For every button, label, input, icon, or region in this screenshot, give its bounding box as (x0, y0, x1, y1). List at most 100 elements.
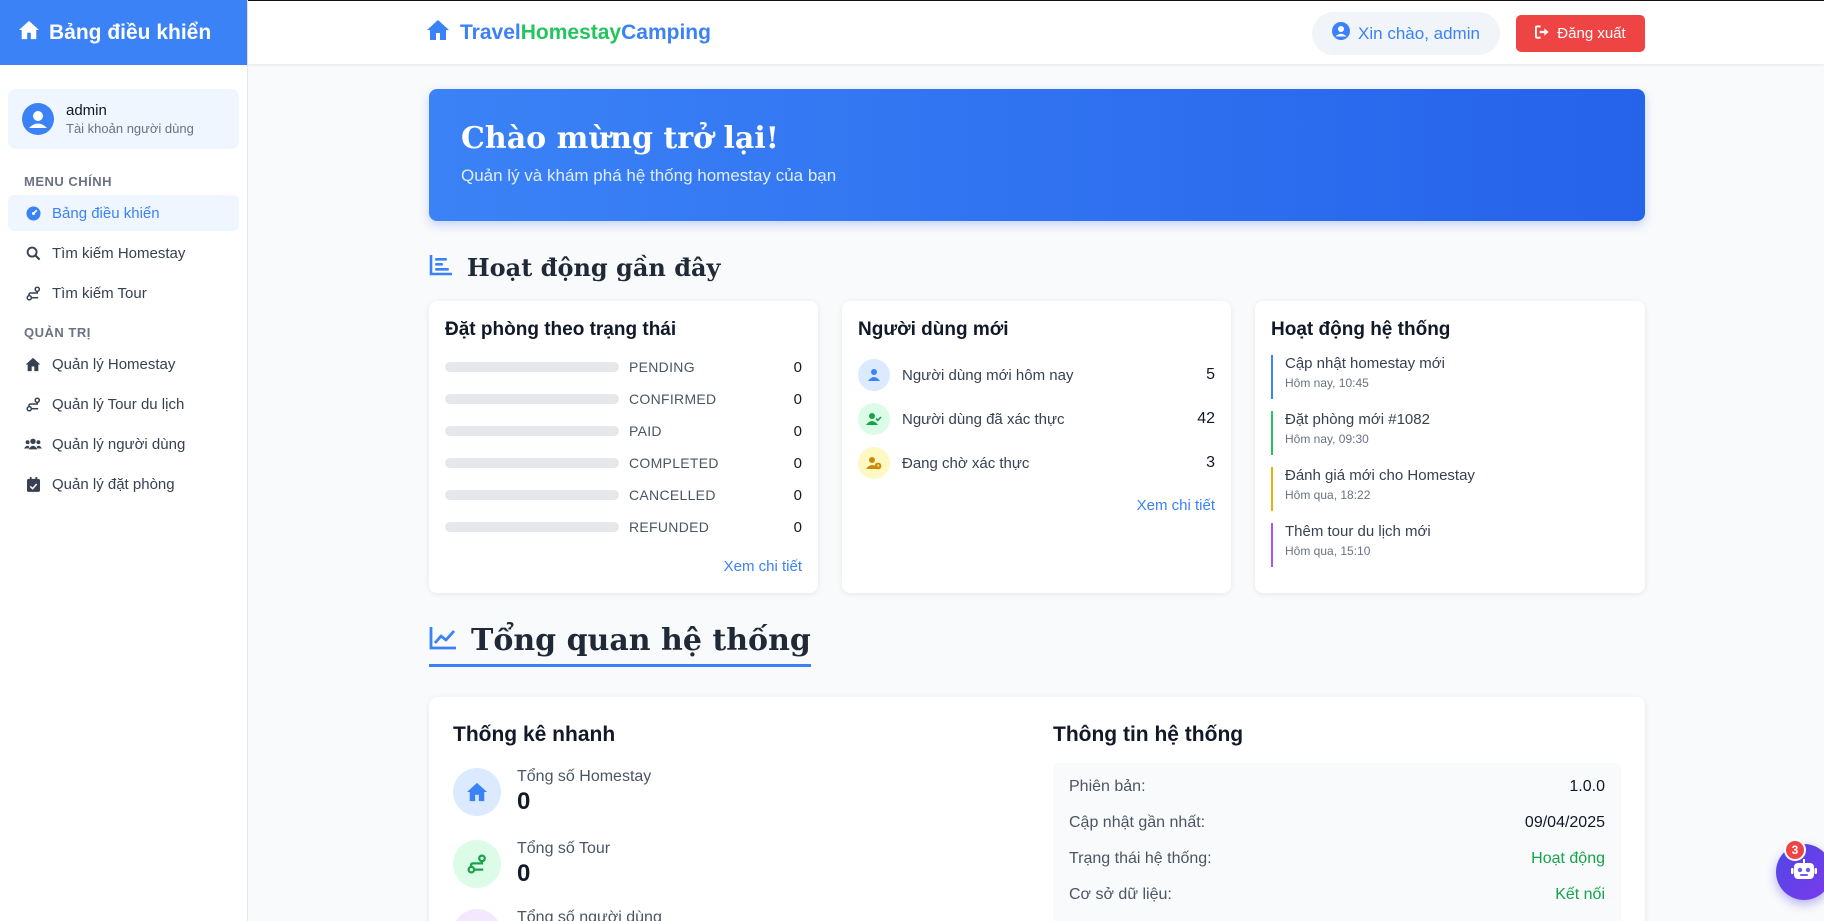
user-circle-icon (1332, 22, 1358, 45)
activity-title: Đặt phòng mới #1082 (1285, 411, 1430, 428)
status-count: 0 (793, 454, 802, 472)
status-label: CANCELLED (629, 487, 716, 503)
sidebar-item-label: Quản lý người dùng (52, 435, 186, 453)
status-row: COMPLETED 0 (445, 447, 802, 479)
system-activity-title: Hoạt động hệ thống (1271, 319, 1451, 340)
logout-button[interactable]: Đăng xuất (1516, 15, 1645, 52)
status-progress-bar (445, 394, 619, 404)
quick-stat-label: Tổng số Tour (517, 840, 611, 857)
sidebar-item-manage-bookings[interactable]: Quản lý đặt phòng (8, 466, 239, 502)
status-label: CONFIRMED (629, 391, 717, 407)
status-label: PAID (629, 423, 662, 439)
status-progress-bar (445, 426, 619, 436)
activity-title: Đánh giá mới cho Homestay (1285, 467, 1475, 484)
users-icon (453, 909, 501, 921)
brand-part-homestay: Homestay (520, 21, 622, 44)
sidebar-item-manage-users[interactable]: Quản lý người dùng (8, 426, 239, 462)
user-stat-value: 3 (1206, 454, 1215, 471)
users-details-link[interactable]: Xem chi tiết (1137, 497, 1215, 514)
home-icon (426, 19, 460, 47)
activity-item: Thêm tour du lịch mới Hôm qua, 15:10 (1271, 523, 1629, 567)
user-icon (858, 359, 890, 391)
system-info-label: Trạng thái hệ thống: (1069, 850, 1212, 867)
recent-activity-title: Hoạt động gần đây (467, 253, 721, 282)
system-info-box: Phiên bản: 1.0.0 Cập nhật gần nhất: 09/0… (1053, 763, 1621, 921)
system-info-title: Thông tin hệ thống (1053, 723, 1244, 746)
quick-stats-title: Thống kê nhanh (453, 723, 616, 746)
welcome-subtitle: Quản lý và khám phá hệ thống homestay củ… (461, 166, 837, 185)
brand-logo[interactable]: Travel Homestay Camping (426, 19, 711, 47)
status-count: 0 (793, 390, 802, 408)
system-overview-title: Tổng quan hệ thống (471, 623, 811, 658)
sidebar-item-search-tour[interactable]: Tìm kiếm Tour (8, 275, 239, 311)
brand-part-camping: Camping (621, 21, 711, 44)
welcome-banner: Chào mừng trở lại! Quản lý và khám phá h… (429, 89, 1645, 221)
booking-status-title: Đặt phòng theo trạng thái (445, 319, 677, 340)
search-icon (24, 246, 42, 261)
status-count: 0 (793, 422, 802, 440)
user-check-icon (858, 403, 890, 435)
user-greeting[interactable]: Xin chào, admin (1312, 12, 1500, 55)
section-admin: QUẢN TRỊ (24, 325, 91, 340)
system-info-row: Trạng thái hệ thống: Hoạt động (1069, 841, 1605, 877)
route-icon (24, 396, 42, 412)
user-stat-value: 42 (1197, 410, 1215, 427)
quick-stat-label: Tổng số Homestay (517, 768, 652, 785)
chart-bar-icon (429, 253, 467, 282)
sidebar-item-manage-tour[interactable]: Quản lý Tour du lịch (8, 386, 239, 422)
activity-item: Đặt phòng mới #1082 Hôm nay, 09:30 (1271, 411, 1629, 455)
welcome-title: Chào mừng trở lại! (461, 121, 779, 156)
home-icon (24, 357, 42, 372)
user-stat-label: Người dùng mới hôm nay (902, 366, 1074, 384)
user-stat-label: Người dùng đã xác thực (902, 410, 1065, 428)
activity-time: Hôm qua, 18:22 (1285, 488, 1371, 502)
system-overview-heading: Tổng quan hệ thống (429, 623, 811, 667)
brand-part-travel: Travel (460, 21, 521, 44)
status-row: PENDING 0 (445, 351, 802, 383)
calendar-check-icon (24, 476, 42, 492)
system-info-row: Cập nhật gần nhất: 09/04/2025 (1069, 805, 1605, 841)
topbar: Travel Homestay Camping Xin chào, admin Đă… (248, 0, 1824, 64)
system-status-value: Hoạt động (1531, 850, 1605, 867)
status-count: 0 (793, 358, 802, 376)
quick-stat-tour: Tổng số Tour 0 (453, 840, 610, 888)
quick-stat-users: Tổng số người dùng (453, 909, 662, 921)
recent-activity-heading: Hoạt động gần đây (429, 253, 720, 282)
database-status-value: Kết nối (1555, 886, 1605, 903)
home-icon (18, 20, 49, 46)
sidebar-item-search-homestay[interactable]: Tìm kiếm Homestay (8, 235, 239, 271)
user-name: admin (66, 102, 107, 119)
sidebar-title: Bảng điều khiển (49, 20, 212, 44)
user-stat-row: Người dùng mới hôm nay 5 (858, 353, 1215, 397)
dashboard-icon (24, 205, 42, 221)
quick-stat-label: Tổng số người dùng (517, 909, 662, 921)
status-label: PENDING (629, 359, 695, 375)
quick-stat-value: 0 (517, 860, 531, 887)
activity-item: Cập nhật homestay mới Hôm nay, 10:45 (1271, 355, 1629, 399)
notification-badge: 3 (1784, 839, 1806, 861)
system-info-row: Phiên bản: 1.0.0 (1069, 769, 1605, 805)
activity-time: Hôm nay, 10:45 (1285, 376, 1369, 390)
activity-title: Cập nhật homestay mới (1285, 355, 1445, 372)
chart-line-icon (429, 623, 471, 658)
home-icon (453, 768, 501, 816)
booking-status-card: Đặt phòng theo trạng thái PENDING 0 CONF… (429, 301, 818, 593)
activity-time: Hôm qua, 15:10 (1285, 544, 1371, 558)
status-row: REFUNDED 0 (445, 511, 802, 543)
new-users-card: Người dùng mới Người dùng mới hôm nay 5 … (842, 301, 1231, 593)
sidebar-item-manage-homestay[interactable]: Quản lý Homestay (8, 346, 239, 382)
sidebar-item-dashboard[interactable]: Bảng điều khiển (8, 195, 239, 231)
sidebar-item-label: Tìm kiếm Homestay (52, 244, 186, 262)
user-stat-value: 5 (1206, 366, 1215, 383)
activity-item: Đánh giá mới cho Homestay Hôm qua, 18:22 (1271, 467, 1629, 511)
booking-details-link[interactable]: Xem chi tiết (724, 558, 802, 575)
status-count: 0 (793, 518, 802, 536)
sidebar-header[interactable]: Bảng điều khiển (0, 0, 247, 65)
system-info-row: Cơ sở dữ liệu: Kết nối (1069, 877, 1605, 913)
status-row: CONFIRMED 0 (445, 383, 802, 415)
user-stat-label: Đang chờ xác thực (902, 454, 1030, 472)
quick-stat-value: 0 (517, 788, 531, 815)
activity-time: Hôm nay, 09:30 (1285, 432, 1369, 446)
status-progress-bar (445, 522, 619, 532)
user-stat-row: Người dùng đã xác thực 42 (858, 397, 1215, 441)
